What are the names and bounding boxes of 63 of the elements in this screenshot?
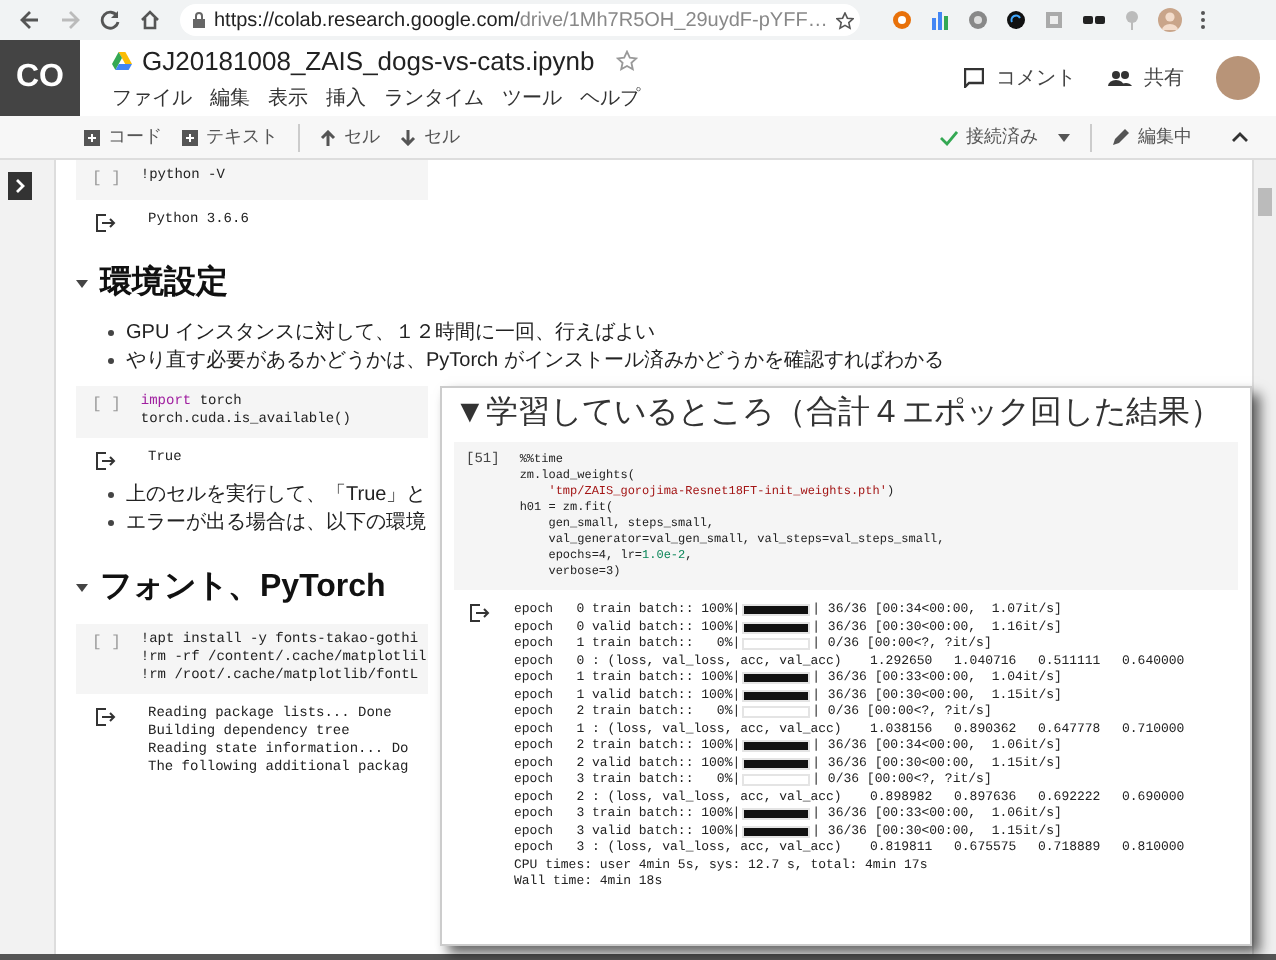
glasses-icon[interactable] [1082, 12, 1106, 28]
output-icon [96, 452, 116, 470]
check-icon [940, 129, 958, 145]
people-icon [1108, 70, 1132, 86]
callout-title: ▼学習しているところ（合計４エポック回した結果） [454, 393, 1224, 434]
menu-item[interactable]: 表示 [268, 84, 308, 115]
menu-item[interactable]: 挿入 [326, 84, 366, 115]
address-bar[interactable]: https://colab.research.google.com/drive/1Mh7R5OH_29uydF-pYFF… [180, 4, 860, 36]
expand-sidebar-icon[interactable] [8, 172, 32, 200]
cell-prompt: [ ] [92, 168, 121, 192]
edit-mode-button[interactable]: 編集中 [1112, 123, 1192, 151]
output-icon [470, 604, 490, 622]
comment-icon [964, 68, 984, 88]
menu-item[interactable]: ファイル [112, 84, 192, 115]
more-icon[interactable] [1200, 10, 1206, 30]
reload-icon[interactable] [100, 10, 120, 30]
caret-icon [1058, 133, 1070, 141]
menu-item[interactable]: 編集 [210, 84, 250, 115]
bullet-text: GPU インスタンスに対して、１２時間に一回、行えばよい [126, 320, 655, 346]
back-icon[interactable] [20, 10, 40, 30]
menu-item[interactable]: ツール [502, 84, 562, 115]
extension-icon[interactable] [1006, 10, 1026, 30]
colab-logo[interactable]: CO [0, 40, 80, 116]
cell-prompt: [ ] [92, 394, 121, 418]
move-cell-up-button[interactable]: セル [320, 123, 380, 151]
lock-icon [192, 12, 206, 28]
collapse-caret-icon[interactable] [76, 584, 88, 592]
url-text: https://colab.research.google.com/drive/1Mh7R5OH_29uydF-pYFF… [214, 7, 828, 35]
scrollbar-thumb[interactable] [1258, 188, 1272, 216]
collapse-caret-icon[interactable] [76, 280, 88, 288]
star-icon[interactable] [616, 50, 639, 72]
notebook-title[interactable]: GJ20181008_ZAIS_dogs-vs-cats.ipynb [142, 41, 595, 81]
bullet-icon [108, 330, 114, 336]
move-cell-down-button[interactable]: セル [400, 123, 460, 151]
add-code-button[interactable]: コード [84, 123, 162, 151]
bullet-icon [108, 520, 114, 526]
arrow-down-icon [400, 129, 416, 145]
home-icon[interactable] [140, 10, 160, 30]
drive-icon [112, 52, 132, 70]
avatar[interactable] [1216, 56, 1260, 100]
bullet-text: やり直す必要があるかどうかは、PyTorch がインストール済みかどうかを確認すればわかる [126, 348, 944, 374]
connection-button[interactable]: 接続済み [940, 123, 1070, 151]
add-text-button[interactable]: テキスト [182, 123, 278, 151]
pencil-icon [1112, 128, 1130, 146]
bullet-text: 上のセルを実行して、「True」と [126, 482, 427, 508]
section-heading: 環境設定 [100, 262, 228, 304]
bullet-text: エラーが出る場合は、以下の環境 [126, 510, 426, 536]
comment-button[interactable]: コメント [964, 63, 1076, 93]
output-icon [96, 214, 116, 232]
output-icon [96, 708, 116, 726]
plus-icon [182, 129, 198, 145]
section-heading: フォント、PyTorch [100, 568, 386, 608]
cell-prompt: [ ] [92, 632, 121, 656]
menu-item[interactable]: ランタイム [384, 84, 484, 115]
bullet-icon [108, 492, 114, 498]
arrow-up-icon [320, 129, 336, 145]
share-button[interactable]: 共有 [1108, 63, 1184, 93]
plus-icon [84, 129, 100, 145]
bullet-icon [108, 358, 114, 364]
chart-icon[interactable] [930, 10, 950, 30]
star-icon[interactable] [835, 11, 854, 29]
collapse-icon[interactable] [1232, 132, 1248, 142]
menu-item[interactable]: ヘルプ [580, 84, 640, 115]
